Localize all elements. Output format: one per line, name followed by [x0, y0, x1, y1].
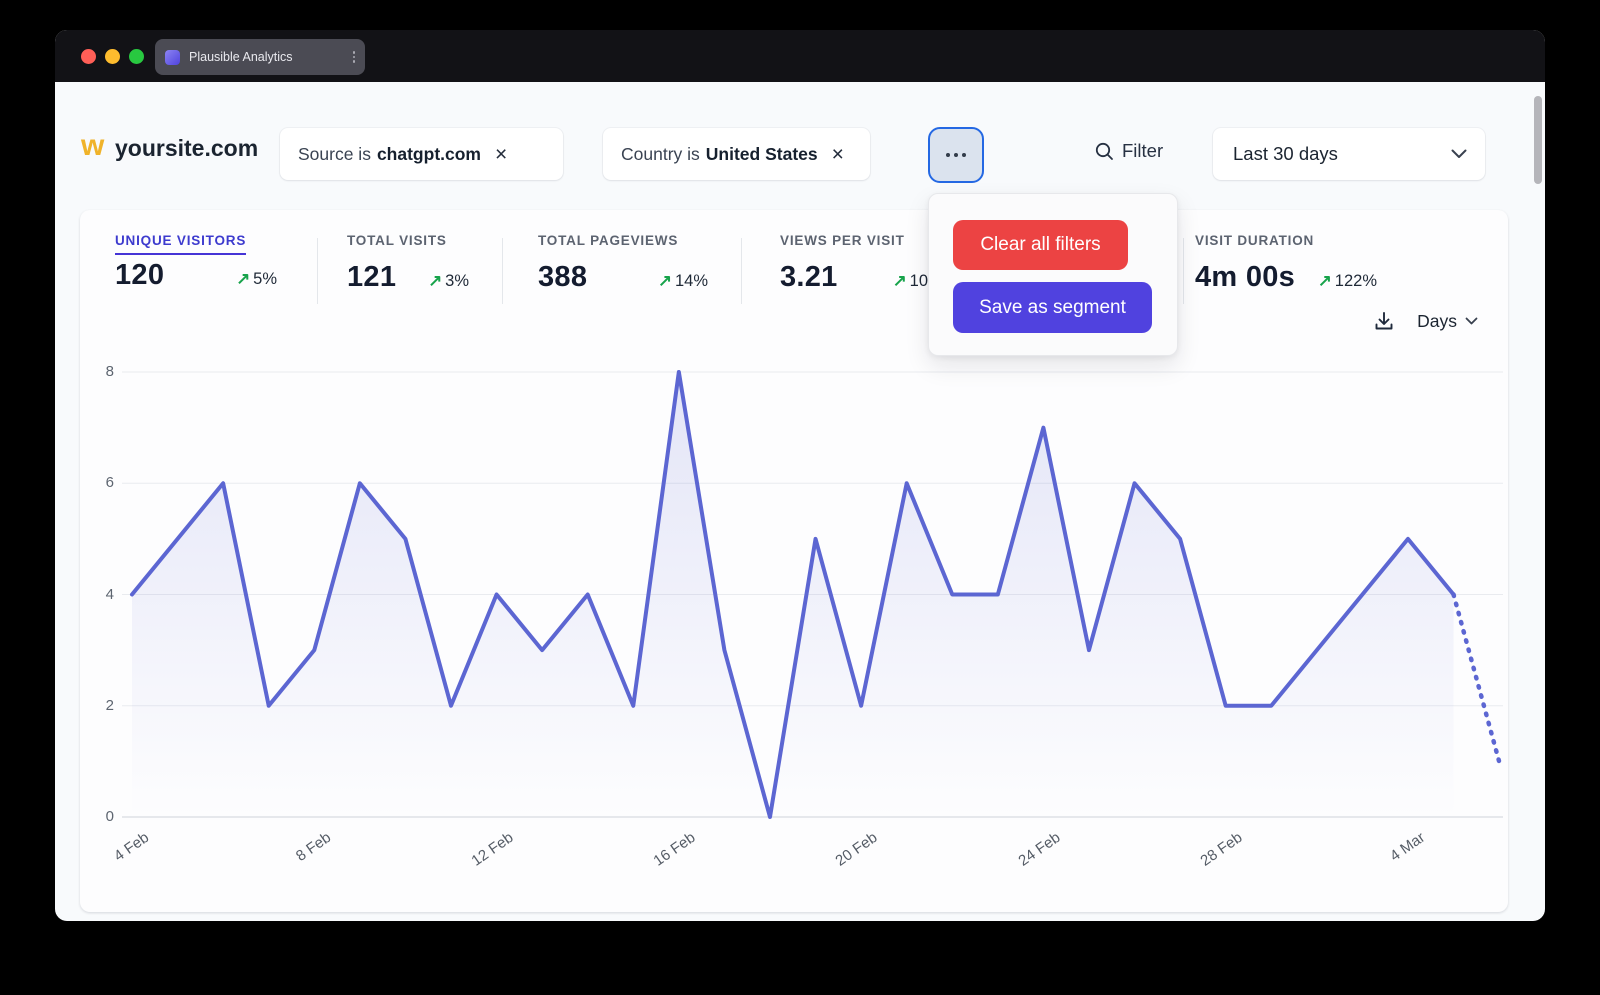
save-as-segment-button[interactable]: Save as segment [953, 282, 1152, 333]
metric-value: 3.21 [780, 261, 838, 294]
y-axis-label: 6 [84, 474, 114, 491]
x-axis-label: 4 Feb [111, 829, 152, 865]
y-axis-label: 4 [84, 586, 114, 603]
metric-value: 4m 00s [1195, 261, 1295, 294]
chevron-down-icon [1451, 149, 1467, 159]
browser-tab[interactable]: Plausible Analytics [155, 39, 365, 75]
metric-change: ↗122% [1318, 271, 1377, 291]
metric-unique-visitors[interactable]: UNIQUE VISITORS 120 ↗5% [115, 232, 277, 292]
y-axis-label: 2 [84, 697, 114, 714]
metric-visit-duration[interactable]: VISIT DURATION 4m 00s ↗122% [1195, 232, 1377, 294]
metric-label: TOTAL VISITS [347, 233, 447, 248]
metric-views-per-visit[interactable]: VIEWS PER VISIT 3.21 ↗10 [780, 232, 928, 294]
scrollbar-thumb[interactable] [1534, 96, 1542, 184]
x-axis-label: 4 Mar [1387, 829, 1428, 865]
metric-divider [1183, 238, 1184, 304]
trend-up-icon: ↗ [236, 270, 250, 288]
chevron-down-icon [1465, 317, 1478, 326]
metric-divider [502, 238, 503, 304]
filter-actions-menu: Clear all filters Save as segment [928, 193, 1178, 356]
titlebar: Plausible Analytics [55, 30, 1545, 82]
site-favicon-icon: w [81, 130, 104, 162]
y-axis-label: 0 [84, 808, 114, 825]
x-axis-label: 28 Feb [1197, 829, 1245, 870]
metric-label: UNIQUE VISITORS [115, 233, 246, 255]
chart-canvas[interactable] [122, 372, 1503, 817]
metric-change: ↗3% [428, 271, 469, 291]
tab-title: Plausible Analytics [189, 50, 347, 64]
interval-value: Days [1417, 311, 1457, 332]
close-window-button[interactable] [81, 49, 96, 64]
site-name[interactable]: yoursite.com [115, 135, 258, 162]
trend-up-icon: ↗ [1318, 272, 1332, 290]
more-filters-button[interactable] [928, 127, 984, 183]
x-axis-label: 8 Feb [293, 829, 334, 865]
plausible-logo-icon [165, 50, 180, 65]
add-filter-button[interactable]: Filter [1095, 140, 1163, 162]
trend-up-icon: ↗ [893, 272, 907, 290]
browser-window: Plausible Analytics w yoursite.com Sourc… [55, 30, 1545, 921]
x-axis-label: 12 Feb [468, 829, 516, 870]
filter-prefix: Source is [298, 144, 371, 165]
chart-line-dashed-tail [1454, 595, 1500, 762]
x-axis-label: 20 Feb [833, 829, 881, 870]
metric-change: ↗10 [893, 271, 928, 291]
metric-total-pageviews[interactable]: TOTAL PAGEVIEWS 388 ↗14% [538, 232, 708, 294]
remove-filter-icon[interactable]: × [832, 144, 844, 165]
trend-up-icon: ↗ [428, 272, 442, 290]
remove-filter-icon[interactable]: × [495, 144, 507, 165]
metric-change: ↗5% [236, 269, 277, 289]
x-axis-label: 24 Feb [1015, 829, 1063, 870]
download-icon[interactable] [1373, 310, 1395, 332]
trend-up-icon: ↗ [658, 272, 672, 290]
metric-value: 121 [347, 261, 396, 294]
interval-select[interactable]: Days [1417, 311, 1478, 332]
metric-value: 388 [538, 261, 587, 294]
filter-value: United States [706, 144, 818, 165]
metric-value: 120 [115, 259, 164, 292]
minimize-window-button[interactable] [105, 49, 120, 64]
zoom-window-button[interactable] [129, 49, 144, 64]
metric-divider [317, 238, 318, 304]
metric-divider [741, 238, 742, 304]
metric-label: VISIT DURATION [1195, 233, 1314, 248]
filter-pill-country[interactable]: Country is United States × [603, 128, 870, 180]
dashboard-card: UNIQUE VISITORS 120 ↗5% TOTAL VISITS 121… [80, 210, 1508, 912]
filter-value: chatgpt.com [377, 144, 481, 165]
y-axis-label: 8 [84, 363, 114, 380]
metric-change: ↗14% [658, 271, 708, 291]
metric-label: TOTAL PAGEVIEWS [538, 233, 678, 248]
date-range-select[interactable]: Last 30 days [1213, 128, 1485, 180]
clear-all-filters-button[interactable]: Clear all filters [953, 220, 1128, 270]
visitors-chart[interactable]: 024684 Feb8 Feb12 Feb16 Feb20 Feb24 Feb2… [122, 372, 1503, 817]
tab-menu-icon[interactable] [353, 51, 356, 63]
search-icon [1095, 142, 1114, 161]
filter-pill-source[interactable]: Source is chatgpt.com × [280, 128, 563, 180]
metric-label: VIEWS PER VISIT [780, 233, 905, 248]
x-axis-label: 16 Feb [651, 829, 699, 870]
filter-button-label: Filter [1122, 140, 1163, 162]
filter-prefix: Country is [621, 144, 700, 165]
date-range-value: Last 30 days [1233, 143, 1338, 165]
metric-total-visits[interactable]: TOTAL VISITS 121 ↗3% [347, 232, 469, 294]
